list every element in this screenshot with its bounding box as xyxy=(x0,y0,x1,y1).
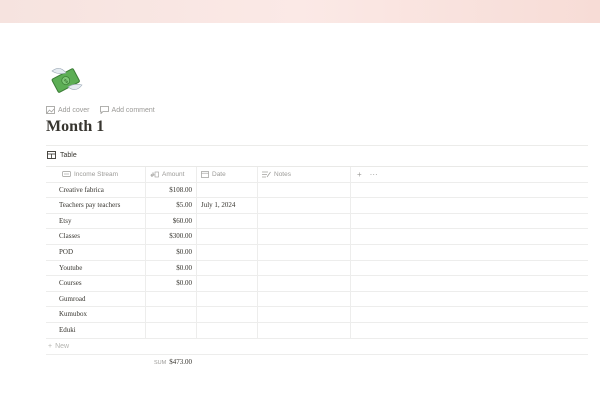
cell-amount[interactable]: $0.00 xyxy=(146,260,197,276)
cell-notes[interactable] xyxy=(258,213,351,229)
add-cover-button[interactable]: Add cover xyxy=(46,106,90,114)
cell-notes[interactable] xyxy=(258,291,351,307)
cell-date[interactable] xyxy=(197,244,258,260)
table-row[interactable]: POD $0.00 xyxy=(46,244,588,261)
cell-date[interactable] xyxy=(197,260,258,276)
view-label: Table xyxy=(60,151,77,159)
cell-income-stream[interactable]: Etsy xyxy=(46,213,146,229)
cell-empty xyxy=(351,307,588,322)
cell-notes[interactable] xyxy=(258,260,351,276)
sum-value: $473.00 xyxy=(169,358,192,366)
column-header-income-stream[interactable]: Income Stream xyxy=(46,167,146,182)
plus-icon: + xyxy=(48,343,53,350)
table-header: Income Stream # Amount Date Notes + ··· xyxy=(46,167,588,183)
text-lines-icon xyxy=(262,171,271,178)
cell-amount[interactable]: $108.00 xyxy=(146,182,197,198)
cell-income-stream[interactable]: Courses xyxy=(46,276,146,291)
cell-notes[interactable] xyxy=(258,322,351,338)
cell-date[interactable] xyxy=(197,276,258,291)
cell-empty xyxy=(351,245,588,260)
money-with-wings-icon[interactable]: $ xyxy=(46,63,86,99)
tab-table-view[interactable]: Table xyxy=(47,151,77,159)
column-header-date[interactable]: Date xyxy=(197,167,258,182)
cell-empty xyxy=(351,183,588,198)
new-row-label: New xyxy=(55,343,70,350)
cell-date[interactable] xyxy=(197,182,258,198)
amount-sum[interactable]: SUM $473.00 xyxy=(154,358,192,366)
table-row[interactable]: Courses $0.00 xyxy=(46,276,588,292)
column-header-amount[interactable]: # Amount xyxy=(146,167,197,182)
more-options-icon[interactable]: ··· xyxy=(370,167,378,182)
add-column-icon[interactable]: + xyxy=(357,167,362,182)
svg-text:#: # xyxy=(150,172,155,178)
table-row[interactable]: Teachers pay teachers $5.00 July 1, 2024 xyxy=(46,198,588,214)
cell-income-stream[interactable]: Kumubox xyxy=(46,307,146,322)
cell-amount[interactable]: $60.00 xyxy=(146,213,197,229)
cell-income-stream[interactable]: Eduki xyxy=(46,322,146,338)
cell-empty xyxy=(351,292,588,307)
image-icon xyxy=(46,106,55,114)
add-comment-label: Add comment xyxy=(111,106,155,114)
cell-income-stream[interactable]: Classes xyxy=(46,229,146,244)
table-row[interactable]: Youtube $0.00 xyxy=(46,260,588,277)
cell-date[interactable]: July 1, 2024 xyxy=(197,198,258,213)
cell-amount[interactable]: $300.00 xyxy=(146,229,197,244)
table-row[interactable]: Classes $300.00 xyxy=(46,229,588,245)
add-comment-button[interactable]: Add comment xyxy=(99,106,155,114)
cell-empty xyxy=(351,276,588,291)
cell-notes[interactable] xyxy=(258,244,351,260)
table-row[interactable]: Eduki xyxy=(46,322,588,339)
table-row[interactable]: Etsy $60.00 xyxy=(46,213,588,230)
cell-income-stream[interactable]: Youtube xyxy=(46,260,146,276)
new-row-button[interactable]: + New xyxy=(48,343,69,350)
cell-amount[interactable] xyxy=(146,307,197,322)
income-table: Income Stream # Amount Date Notes + ··· … xyxy=(46,167,588,339)
cell-notes[interactable] xyxy=(258,198,351,213)
calendar-icon xyxy=(201,170,209,178)
column-header-notes[interactable]: Notes xyxy=(258,167,351,182)
cell-notes[interactable] xyxy=(258,229,351,244)
cell-empty xyxy=(351,198,588,213)
cell-date[interactable] xyxy=(197,322,258,338)
divider xyxy=(46,145,588,146)
cell-amount[interactable] xyxy=(146,291,197,307)
cell-empty xyxy=(351,261,588,276)
table-row[interactable]: Gumroad xyxy=(46,291,588,308)
divider xyxy=(46,354,588,355)
cell-notes[interactable] xyxy=(258,182,351,198)
cell-empty xyxy=(351,323,588,338)
text-type-icon xyxy=(62,171,71,178)
cover-actions: Add cover Add comment xyxy=(46,106,155,114)
table-row[interactable]: Kumubox xyxy=(46,307,588,323)
cell-date[interactable] xyxy=(197,291,258,307)
cell-amount[interactable]: $5.00 xyxy=(146,198,197,213)
cell-date[interactable] xyxy=(197,213,258,229)
cell-income-stream[interactable]: Gumroad xyxy=(46,291,146,307)
cell-amount[interactable]: $0.00 xyxy=(146,276,197,291)
cell-empty xyxy=(351,229,588,244)
cell-amount[interactable]: $0.00 xyxy=(146,244,197,260)
cell-notes[interactable] xyxy=(258,307,351,322)
table-row[interactable]: Creative fabrica $108.00 xyxy=(46,182,588,199)
number-type-icon: # xyxy=(150,171,159,178)
page-title[interactable]: Month 1 xyxy=(46,118,104,136)
cell-empty xyxy=(351,214,588,229)
cell-income-stream[interactable]: Teachers pay teachers xyxy=(46,198,146,213)
cell-income-stream[interactable]: Creative fabrica xyxy=(46,182,146,198)
column-actions: + ··· xyxy=(351,167,588,182)
cell-notes[interactable] xyxy=(258,276,351,291)
add-cover-label: Add cover xyxy=(58,106,90,114)
comment-icon xyxy=(99,106,109,114)
cell-income-stream[interactable]: POD xyxy=(46,244,146,260)
page-cover xyxy=(0,0,600,23)
cell-amount[interactable] xyxy=(146,322,197,338)
table-icon xyxy=(47,151,56,159)
cell-date[interactable] xyxy=(197,229,258,244)
cell-date[interactable] xyxy=(197,307,258,322)
sum-label: SUM xyxy=(154,360,167,366)
